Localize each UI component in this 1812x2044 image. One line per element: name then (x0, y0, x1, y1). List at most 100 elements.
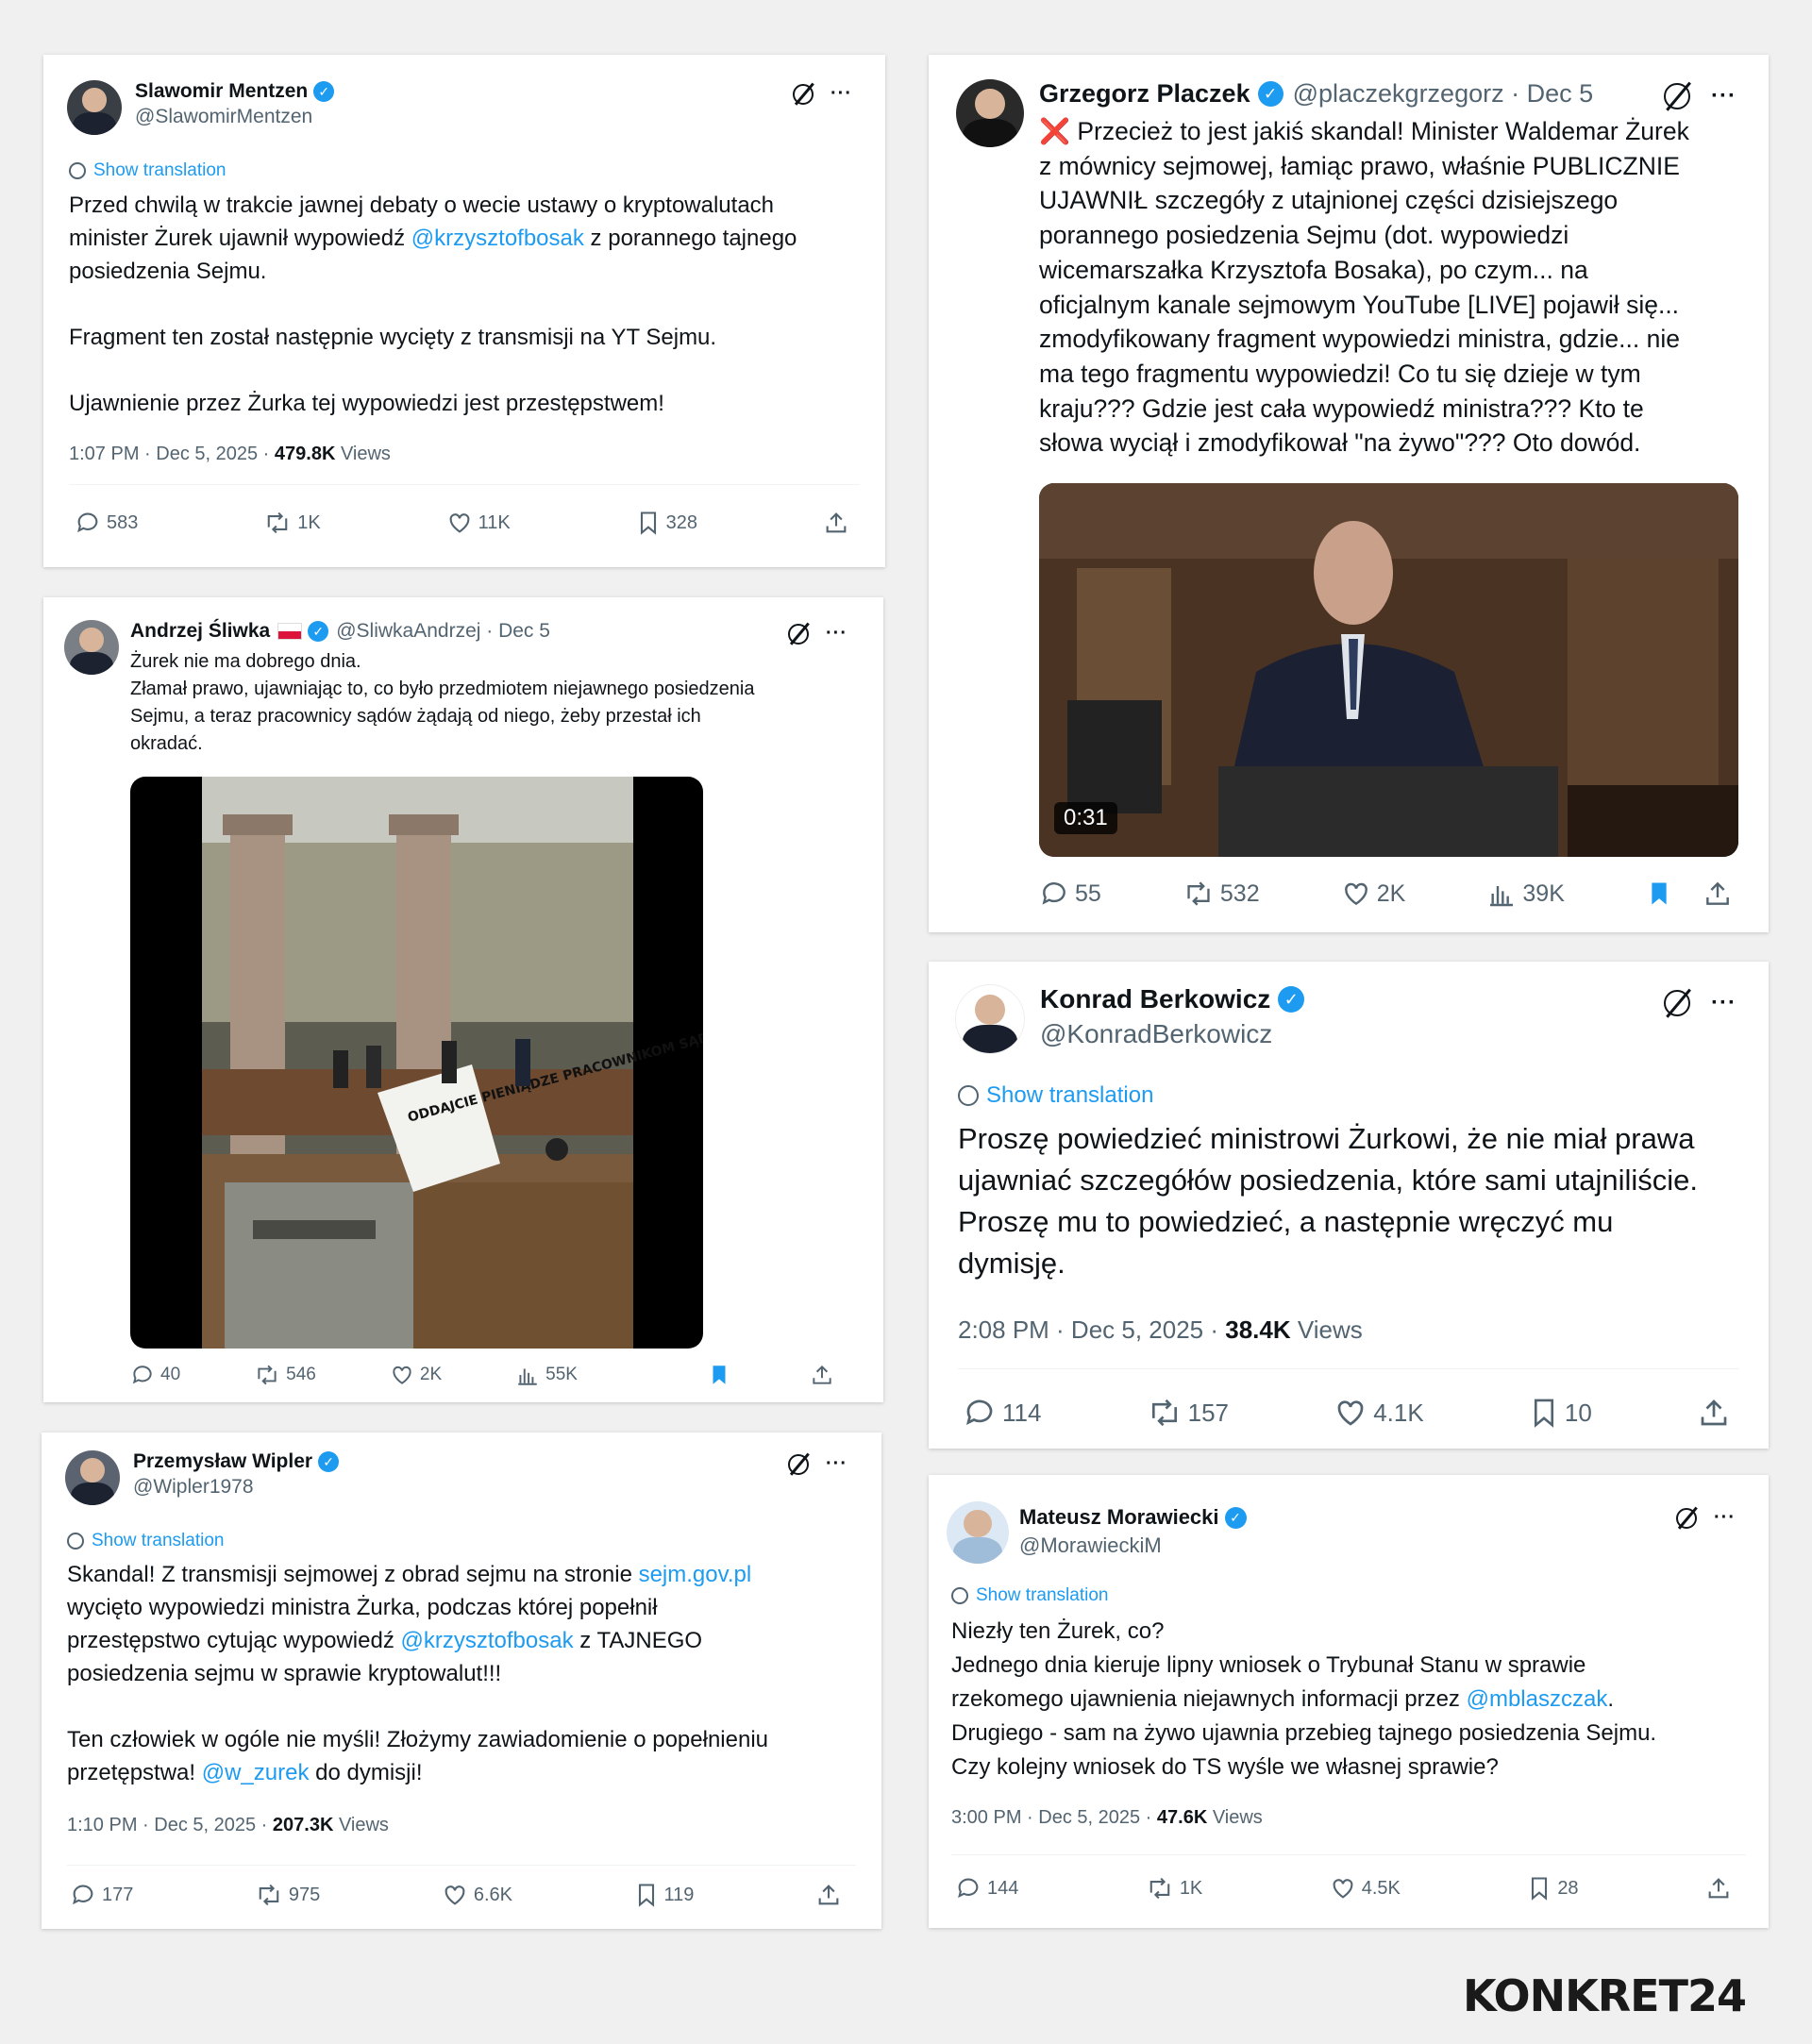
avatar[interactable] (64, 620, 119, 675)
author-handle-date[interactable]: @SliwkaAndrzej · Dec 5 (336, 620, 550, 643)
repost-button[interactable]: 546 (254, 1363, 316, 1387)
author-handle-date[interactable]: @placzekgrzegorz · Dec 5 (1293, 79, 1594, 109)
verified-badge-icon: ✓ (1224, 1506, 1247, 1529)
share-button[interactable] (823, 510, 855, 536)
share-button[interactable] (815, 1882, 847, 1908)
timestamp[interactable]: 3:00 PM · Dec 5, 2025 · (951, 1807, 1157, 1828)
more-options-icon[interactable]: ··· (1711, 83, 1736, 109)
bookmark-button[interactable]: 10 (1529, 1396, 1592, 1430)
author-name[interactable]: Mateusz Morawiecki (1019, 1505, 1219, 1530)
mention-link[interactable]: @w_zurek (202, 1760, 310, 1785)
bookmark-button[interactable]: 28 (1527, 1875, 1579, 1902)
bookmark-button[interactable] (1646, 879, 1678, 909)
avatar[interactable] (67, 80, 122, 135)
author-handle[interactable]: @KonradBerkowicz (1040, 1019, 1304, 1049)
views-button[interactable]: 55K (515, 1363, 578, 1387)
grok-icon[interactable] (1664, 990, 1691, 1016)
bookmark-button[interactable]: 328 (636, 510, 697, 536)
reply-icon (132, 1365, 152, 1384)
tweet-text: Niezły ten Żurek, co? Jednego dnia kieru… (951, 1615, 1753, 1784)
share-button[interactable] (810, 1363, 840, 1387)
like-count: 11K (478, 511, 511, 533)
grok-icon[interactable] (793, 83, 814, 105)
more-options-icon[interactable]: ··· (826, 623, 847, 645)
avatar[interactable] (947, 1501, 1009, 1564)
reply-icon (1042, 882, 1065, 905)
mention-link[interactable]: @krzysztofbosak (400, 1628, 573, 1653)
author-handle[interactable]: @MorawieckiM (1019, 1533, 1247, 1558)
author-name[interactable]: Przemysław Wipler (133, 1450, 312, 1473)
tweet-card-morawiecki[interactable]: Mateusz Morawiecki ✓ @MorawieckiM ··· Sh… (929, 1475, 1769, 1928)
reply-button[interactable]: 583 (75, 510, 138, 536)
mention-link[interactable]: @krzysztofbosak (411, 226, 584, 251)
like-button[interactable]: 2K (1341, 879, 1405, 909)
sejm-speaker-video-frame (1039, 483, 1738, 857)
share-button[interactable] (1697, 1396, 1736, 1430)
grok-icon[interactable] (1664, 83, 1691, 109)
more-options-icon[interactable]: ··· (1714, 1507, 1736, 1529)
avatar[interactable] (65, 1450, 120, 1505)
tweet-card-berkowicz[interactable]: Konrad Berkowicz ✓ @KonradBerkowicz ··· … (929, 962, 1769, 1449)
reply-button[interactable]: 114 (963, 1396, 1041, 1430)
translate-icon (958, 1085, 979, 1106)
more-options-icon[interactable]: ··· (826, 1453, 847, 1475)
more-options-icon[interactable]: ··· (830, 83, 852, 105)
show-translation-link[interactable]: Show translation (69, 160, 226, 181)
bookmark-button[interactable] (708, 1363, 736, 1387)
views-count: 39K (1522, 880, 1565, 907)
reply-count: 55 (1075, 880, 1101, 907)
tweet-card-mentzen[interactable]: Slawomir Mentzen ✓ @SlawomirMentzen ··· … (43, 55, 885, 567)
timestamp[interactable]: 1:07 PM · Dec 5, 2025 · (69, 444, 275, 464)
author-name[interactable]: Konrad Berkowicz (1040, 984, 1270, 1014)
author-name[interactable]: Andrzej Śliwka (130, 620, 270, 643)
repost-button[interactable]: 532 (1183, 879, 1260, 909)
repost-button[interactable]: 1K (263, 510, 321, 536)
show-translation-link[interactable]: Show translation (67, 1531, 224, 1551)
like-count: 2K (419, 1365, 443, 1384)
share-icon (1706, 881, 1729, 905)
tweet-video[interactable]: 0:31 (1039, 483, 1738, 857)
reply-button[interactable]: 177 (70, 1882, 133, 1908)
mention-link[interactable]: @mblaszczak (1467, 1686, 1608, 1712)
tweet-card-placzek[interactable]: Grzegorz Placzek ✓ @placzekgrzegorz · De… (929, 55, 1769, 932)
grok-icon[interactable] (788, 1453, 810, 1475)
author-handle[interactable]: @SlawomirMentzen (135, 106, 334, 128)
views-label: Views (1207, 1807, 1263, 1828)
avatar[interactable] (955, 984, 1025, 1054)
reply-button[interactable]: 40 (130, 1363, 180, 1387)
repost-button[interactable]: 1K (1146, 1875, 1202, 1902)
repost-button[interactable]: 157 (1147, 1396, 1229, 1430)
like-button[interactable]: 2K (390, 1363, 442, 1387)
timestamp[interactable]: 2:08 PM · Dec 5, 2025 · (958, 1315, 1225, 1344)
show-translation-link[interactable]: Show translation (951, 1585, 1108, 1606)
translate-icon (951, 1587, 968, 1604)
grok-icon[interactable] (1676, 1507, 1698, 1529)
author-handle[interactable]: @Wipler1978 (133, 1476, 339, 1499)
reply-button[interactable]: 55 (1039, 879, 1101, 909)
grok-icon[interactable] (788, 623, 810, 645)
tweet-card-wipler[interactable]: Przemysław Wipler ✓ @Wipler1978 ··· Show… (42, 1432, 881, 1929)
share-button[interactable] (1705, 1875, 1737, 1902)
views-button[interactable]: 39K (1486, 879, 1565, 909)
timestamp[interactable]: 1:10 PM · Dec 5, 2025 · (67, 1815, 273, 1835)
like-button[interactable]: 11K (446, 510, 511, 536)
like-button[interactable]: 4.5K (1330, 1875, 1401, 1902)
author-name[interactable]: Grzegorz Placzek (1039, 79, 1250, 109)
tweet-text-part: Skandal! Z transmisji sejmowej z obrad s… (67, 1562, 639, 1587)
like-button[interactable]: 6.6K (442, 1882, 512, 1908)
sejm-link[interactable]: sejm.gov.pl (639, 1562, 752, 1587)
bookmark-icon (638, 1884, 654, 1907)
share-button[interactable] (1703, 879, 1738, 909)
bookmark-button[interactable]: 119 (634, 1882, 694, 1908)
reply-button[interactable]: 144 (955, 1875, 1018, 1902)
more-options-icon[interactable]: ··· (1711, 990, 1736, 1016)
tweet-photo[interactable]: ODDAJCIE PIENIĄDZE PRACOWNIKOM SĄDÓW (130, 777, 703, 1349)
share-icon (813, 1365, 831, 1384)
action-bar: 177 975 6.6K 119 (70, 1882, 847, 1908)
avatar[interactable] (956, 79, 1024, 147)
repost-button[interactable]: 975 (255, 1882, 320, 1908)
tweet-card-sliwka[interactable]: Andrzej Śliwka ✓ @SliwkaAndrzej · Dec 5 … (43, 597, 883, 1402)
author-name[interactable]: Slawomir Mentzen (135, 80, 308, 103)
like-button[interactable]: 4.1K (1334, 1396, 1424, 1430)
show-translation-link[interactable]: Show translation (958, 1082, 1153, 1109)
